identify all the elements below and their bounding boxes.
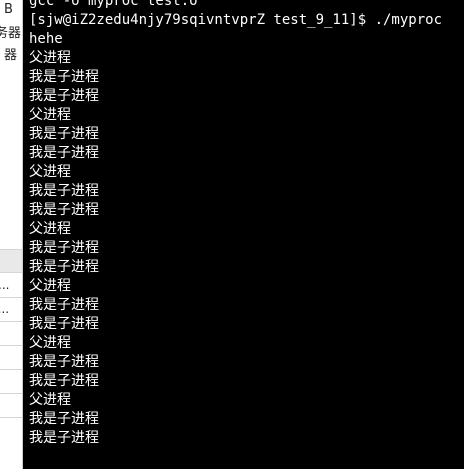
terminal-line: 我是子进程 <box>29 69 99 85</box>
terminal-line: 我是子进程 <box>29 316 99 332</box>
terminal-line: 父进程 <box>29 392 71 408</box>
terminal-line: 我是子进程 <box>29 411 99 427</box>
terminal-line: 我是子进程 <box>29 354 99 370</box>
terminal-line: 我是子进程 <box>29 373 99 389</box>
terminal-line: hehe <box>29 31 63 47</box>
divider <box>0 369 22 370</box>
divider <box>0 321 22 322</box>
side-panel-row[interactable]: 3... <box>0 298 12 320</box>
terminal-line: 父进程 <box>29 278 71 294</box>
side-panel-text: 服务器 <box>0 26 22 41</box>
terminal-line: 我是子进程 <box>29 297 99 313</box>
divider <box>0 249 22 250</box>
terminal-line: 我是子进程 <box>29 430 99 446</box>
terminal-line: 父进程 <box>29 164 71 180</box>
terminal-line: gcc -o myproc test.o <box>29 0 198 9</box>
divider <box>0 272 22 273</box>
screen: B 服务器 器 ... 3... gcc -o myproc test.o [sj… <box>0 0 464 469</box>
terminal-line: 父进程 <box>29 107 71 123</box>
terminal-output[interactable]: gcc -o myproc test.o [sjw@iZ2zedu4njy79sq… <box>23 0 464 469</box>
terminal-line: 我是子进程 <box>29 259 99 275</box>
terminal-lines: gcc -o myproc test.o [sjw@iZ2zedu4njy79sq… <box>29 0 442 448</box>
terminal-line: 父进程 <box>29 221 71 237</box>
divider <box>0 345 22 346</box>
side-panel-text: B <box>4 2 13 17</box>
terminal-line: 我是子进程 <box>29 126 99 142</box>
side-panel: B 服务器 器 ... 3... <box>0 0 23 469</box>
divider <box>0 393 22 394</box>
terminal-line: 我是子进程 <box>29 183 99 199</box>
terminal-line: 我是子进程 <box>29 202 99 218</box>
terminal-line: 我是子进程 <box>29 88 99 104</box>
side-panel-selected-row[interactable] <box>0 250 22 272</box>
side-panel-row[interactable]: ... <box>0 274 20 296</box>
terminal-line: [sjw@iZ2zedu4njy79sqivntvprZ test_9_11]$… <box>29 12 443 28</box>
terminal-line: 父进程 <box>29 50 71 66</box>
divider <box>0 417 22 418</box>
terminal-line: 父进程 <box>29 335 71 351</box>
terminal-line: 我是子进程 <box>29 145 99 161</box>
side-panel-text: 器 <box>4 48 18 63</box>
terminal-line: 我是子进程 <box>29 240 99 256</box>
